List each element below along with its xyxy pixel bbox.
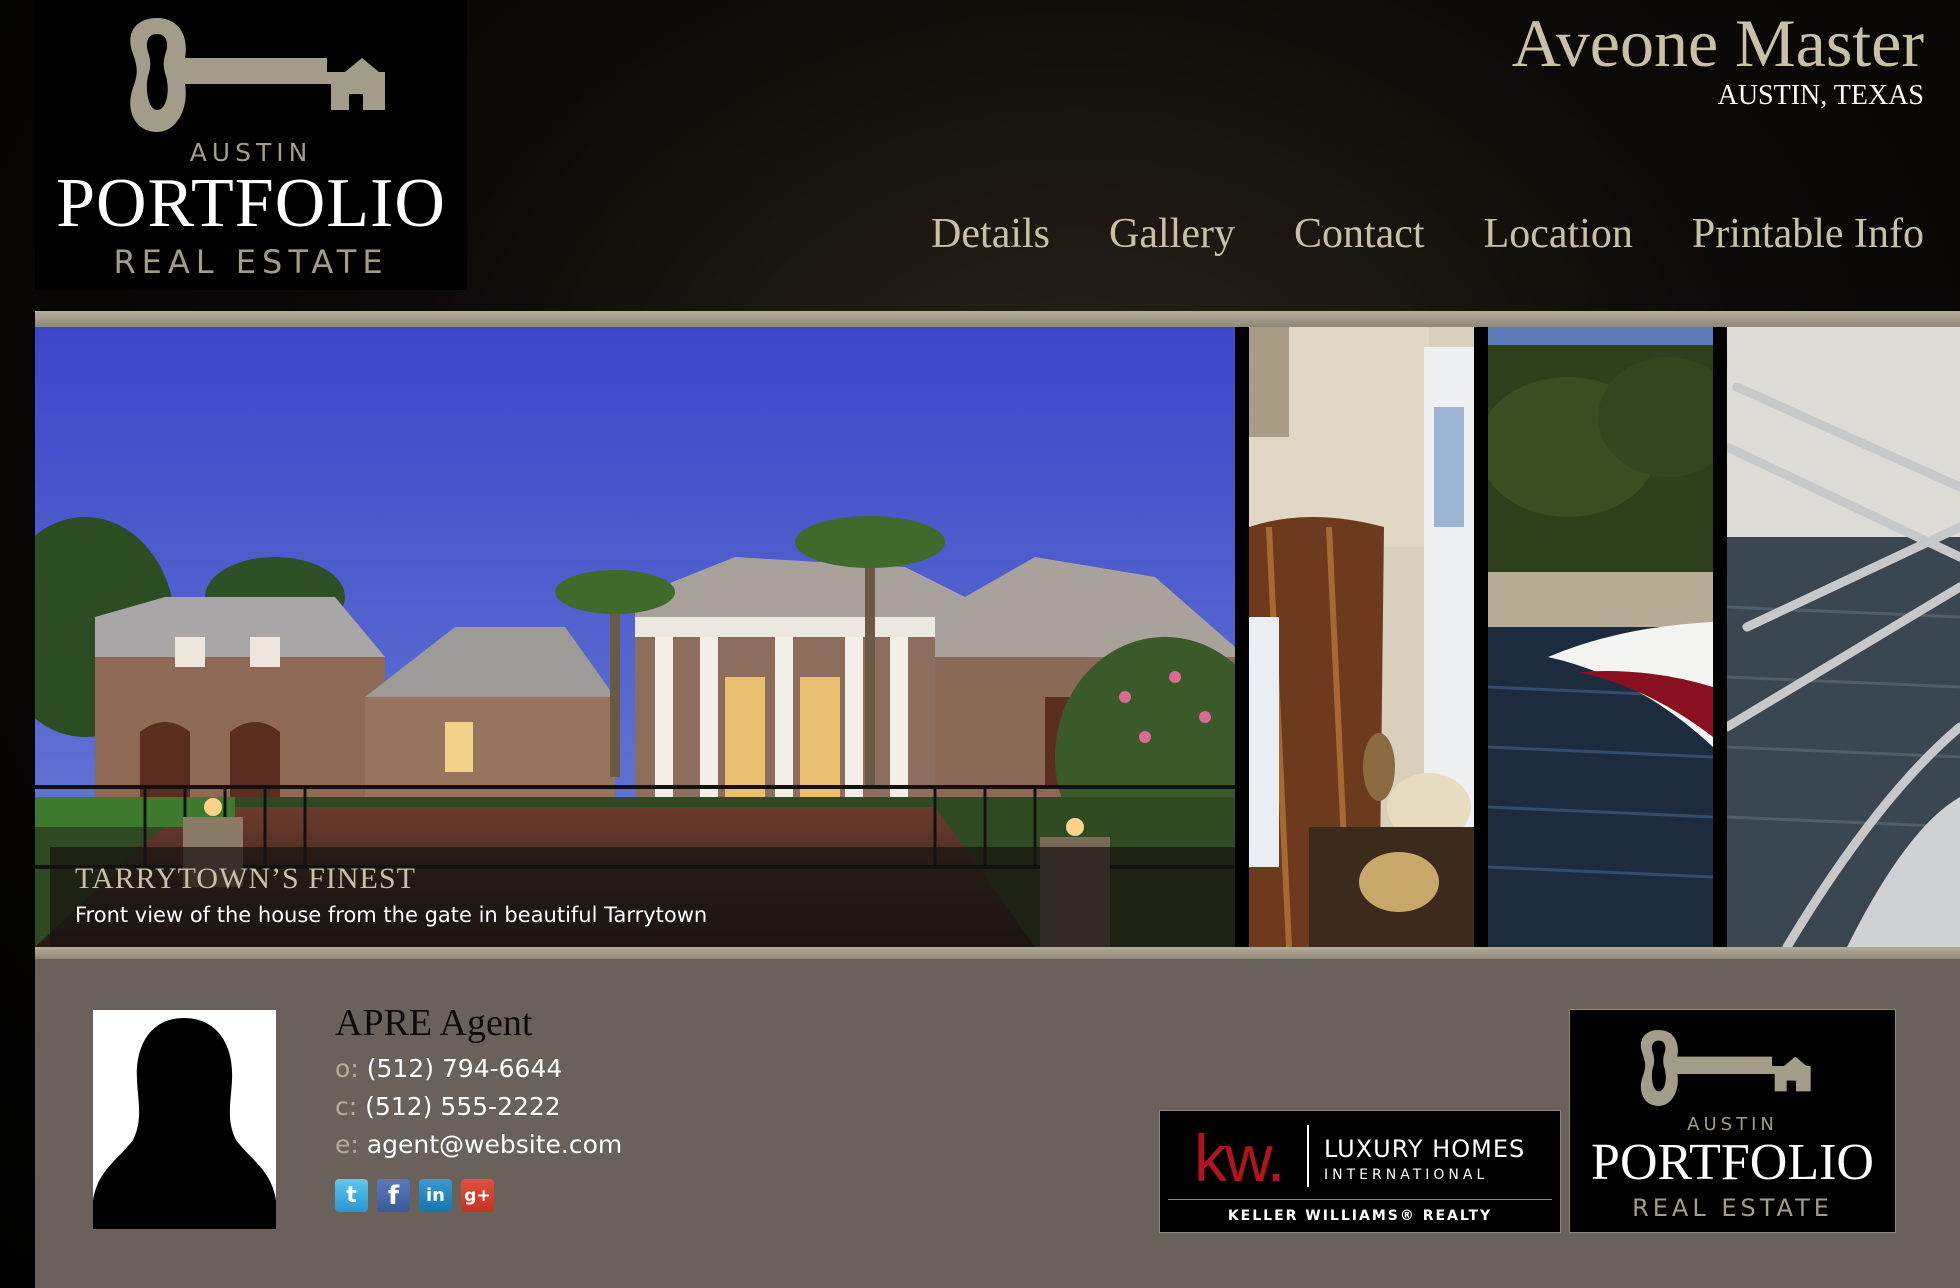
kw-keller-williams-realty: KELLER WILLIAMS® REALTY xyxy=(1227,1208,1493,1224)
small-logo-real-estate: REAL ESTATE xyxy=(1632,1194,1833,1222)
thumbnail-interior[interactable] xyxy=(1249,327,1474,947)
kw-luxury-homes: LUXURY HOMES xyxy=(1324,1135,1526,1163)
twitter-icon[interactable]: t xyxy=(335,1179,368,1212)
austin-portfolio-small-logo[interactable]: AUSTIN PORTFOLIO REAL ESTATE xyxy=(1569,1009,1896,1233)
email-prefix: e: xyxy=(335,1130,359,1159)
kw-divider xyxy=(1307,1125,1309,1187)
key-logo-icon xyxy=(1640,1030,1811,1106)
slider-bottom-band xyxy=(35,947,1960,959)
thumbnail-boat-rail[interactable] xyxy=(1727,327,1960,947)
caption-description: Front view of the house from the gate in… xyxy=(75,903,708,927)
nav-printable-info[interactable]: Printable Info xyxy=(1692,206,1924,262)
kw-rule xyxy=(1168,1199,1552,1200)
site-logo[interactable]: AUSTIN PORTFOLIO REAL ESTATE xyxy=(35,0,467,290)
nav-gallery[interactable]: Gallery xyxy=(1109,206,1235,262)
nav-details[interactable]: Details xyxy=(931,206,1050,262)
office-phone-row: o: (512) 794-6644 xyxy=(335,1054,562,1083)
slider-top-band xyxy=(35,311,1960,327)
office-prefix: o: xyxy=(335,1054,359,1083)
main-nav: Details Gallery Contact Location Printab… xyxy=(931,206,1924,262)
key-logo-icon xyxy=(130,18,385,132)
cell-phone-row: c: (512) 555-2222 xyxy=(335,1092,561,1121)
agent-panel: APRE Agent o: (512) 794-6644 c: (512) 555-… xyxy=(35,959,1960,1288)
linkedin-icon[interactable]: in xyxy=(419,1179,452,1212)
keller-williams-logo[interactable]: kw. LUXURY HOMES INTERNATIONAL KELLER WI… xyxy=(1159,1110,1561,1233)
small-logo-portfolio: PORTFOLIO xyxy=(1591,1134,1874,1191)
cell-phone[interactable]: (512) 555-2222 xyxy=(365,1092,561,1121)
googleplus-icon[interactable]: g+ xyxy=(461,1179,494,1212)
logo-portfolio-text: PORTFOLIO xyxy=(56,165,446,242)
property-title: Aveone Master xyxy=(1511,5,1924,81)
caption-title: TARRYTOWN’S FINEST xyxy=(75,862,416,895)
nav-contact[interactable]: Contact xyxy=(1294,206,1425,262)
office-phone[interactable]: (512) 794-6644 xyxy=(367,1054,563,1083)
nav-location[interactable]: Location xyxy=(1484,206,1633,262)
logo-real-estate-text: REAL ESTATE xyxy=(113,243,389,281)
property-location: AUSTIN, TEXAS xyxy=(1717,80,1924,111)
facebook-icon[interactable]: f xyxy=(377,1179,410,1212)
kw-international: INTERNATIONAL xyxy=(1324,1167,1489,1183)
photo-slideshow: TARRYTOWN’S FINEST Front view of the hou… xyxy=(35,327,1960,947)
thumbnail-lake-boat[interactable] xyxy=(1488,327,1713,947)
kw-logo-text: kw. xyxy=(1194,1121,1285,1195)
social-links: t f in g+ xyxy=(335,1179,494,1212)
email-row: e: agent@website.com xyxy=(335,1130,622,1159)
slide-caption: TARRYTOWN’S FINEST Front view of the hou… xyxy=(50,847,1235,947)
agent-avatar xyxy=(93,1010,276,1229)
agent-name: APRE Agent xyxy=(335,1002,533,1044)
agent-email-link[interactable]: agent@website.com xyxy=(367,1130,622,1159)
small-logo-austin: AUSTIN xyxy=(1687,1114,1778,1135)
logo-austin-text: AUSTIN xyxy=(189,138,313,167)
cell-prefix: c: xyxy=(335,1092,358,1121)
